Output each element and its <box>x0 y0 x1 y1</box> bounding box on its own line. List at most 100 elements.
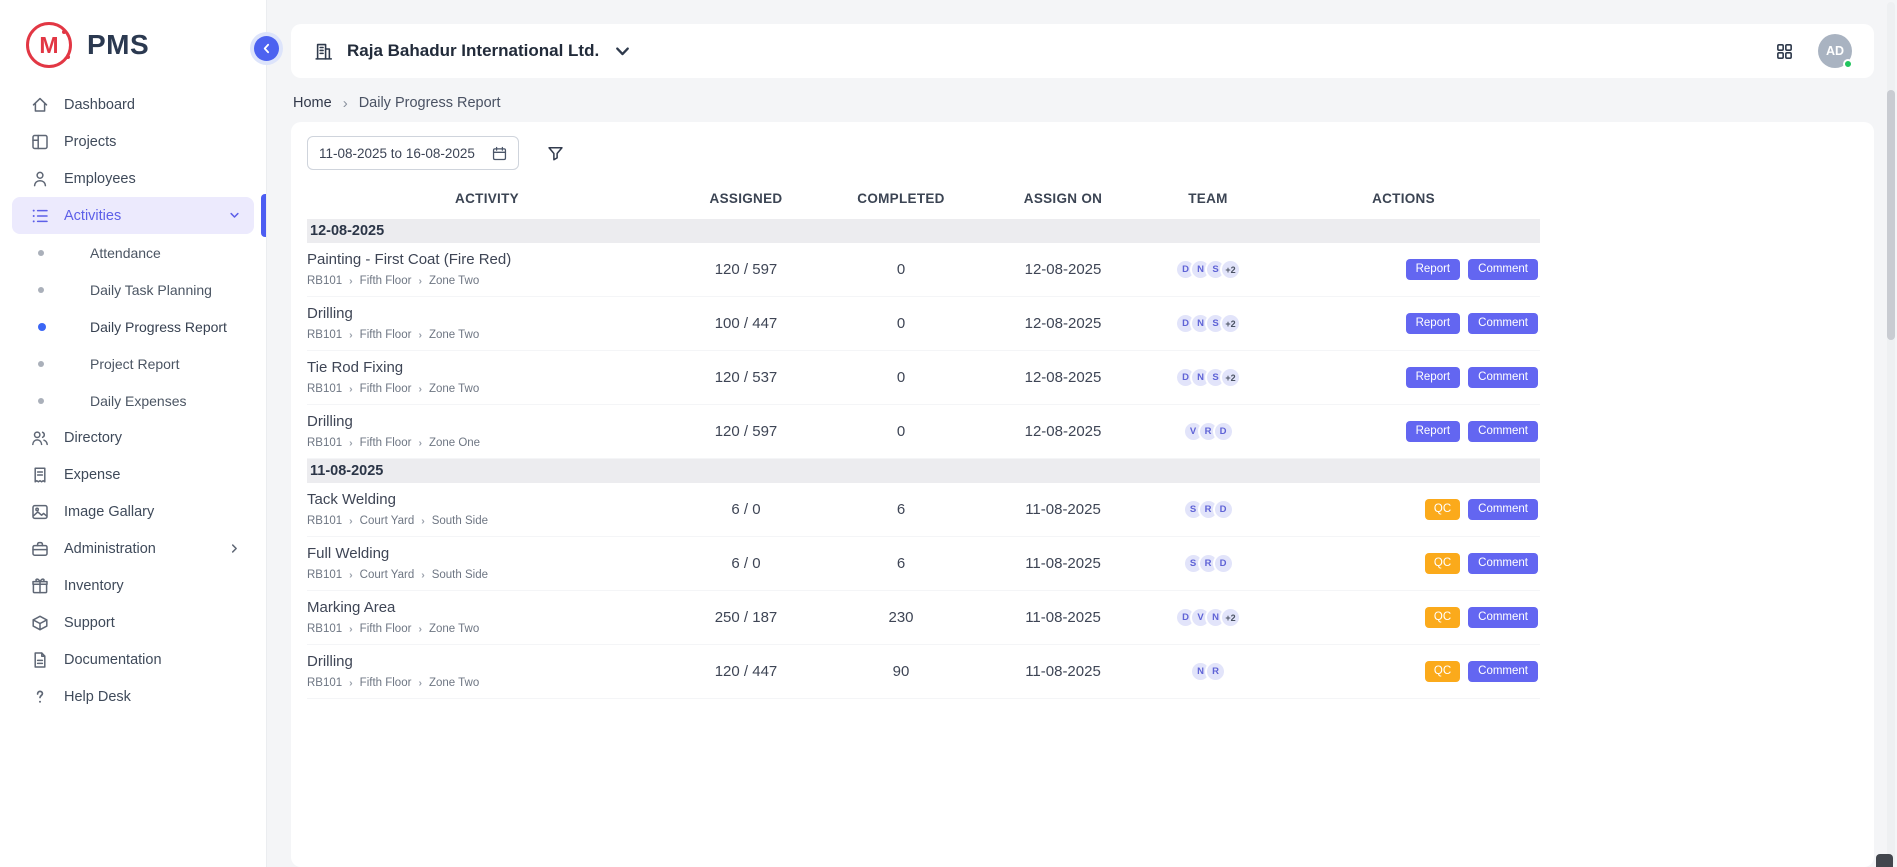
activity-path: RB101›Fifth Floor›Zone One <box>307 437 667 449</box>
sidebar-item-projects[interactable]: Projects <box>12 123 254 160</box>
sidebar-item-dashboard[interactable]: Dashboard <box>12 86 254 123</box>
qc-button[interactable]: QC <box>1425 607 1460 629</box>
scrollbar-thumb[interactable] <box>1887 90 1895 340</box>
actions-cell: QC Comment <box>1267 483 1540 537</box>
chevron-right-icon: › <box>349 569 353 581</box>
comment-button[interactable]: Comment <box>1468 661 1538 683</box>
home-icon <box>30 95 50 115</box>
sidebar-collapse-button[interactable] <box>254 36 279 61</box>
sidebar-item-directory[interactable]: Directory <box>12 419 254 456</box>
chevron-right-icon: › <box>418 329 422 341</box>
sidebar-subitem-attendance[interactable]: Attendance <box>12 234 254 271</box>
assign-on-value: 11-08-2025 <box>977 537 1149 591</box>
sidebar-item-administration[interactable]: Administration <box>12 530 254 567</box>
completed-value: 6 <box>825 537 977 591</box>
activity-row: Marking AreaRB101›Fifth Floor›Zone Two25… <box>307 591 1540 645</box>
date-group-row: 11-08-2025 <box>307 459 1540 484</box>
activity-name: Painting - First Coat (Fire Red) <box>307 251 667 268</box>
actions-cell: QC Comment <box>1267 645 1540 699</box>
assigned-value: 250 / 187 <box>667 591 825 645</box>
sidebar-item-inventory[interactable]: Inventory <box>12 567 254 604</box>
chevron-right-icon <box>227 541 242 556</box>
column-header-assign-on: ASSIGN ON <box>977 182 1149 219</box>
completed-value: 0 <box>825 405 977 459</box>
team-cell: VRD <box>1149 405 1267 459</box>
comment-button[interactable]: Comment <box>1468 421 1538 443</box>
sidebar-item-activities[interactable]: Activities <box>12 197 254 234</box>
chevron-right-icon: › <box>349 515 353 527</box>
actions-cell: QC Comment <box>1267 537 1540 591</box>
comment-button[interactable]: Comment <box>1468 607 1538 629</box>
sidebar-item-label: Documentation <box>64 652 162 668</box>
qc-button[interactable]: QC <box>1425 499 1460 521</box>
sidebar-item-support[interactable]: Support <box>12 604 254 641</box>
breadcrumb-current: Daily Progress Report <box>359 95 501 111</box>
path-segment: Zone Two <box>429 275 479 287</box>
sidebar-subitem-label: Daily Task Planning <box>90 282 212 298</box>
activity-row: Painting - First Coat (Fire Red)RB101›Fi… <box>307 243 1540 297</box>
report-button[interactable]: Report <box>1406 313 1461 335</box>
date-range-input[interactable]: 11-08-2025 to 16-08-2025 <box>307 136 519 170</box>
assign-on-value: 12-08-2025 <box>977 351 1149 405</box>
column-header-assigned: ASSIGNED <box>667 182 825 219</box>
apps-grid-icon[interactable] <box>1775 42 1794 61</box>
report-button[interactable]: Report <box>1406 421 1461 443</box>
comment-button[interactable]: Comment <box>1468 259 1538 281</box>
sidebar-item-label: Dashboard <box>64 97 135 113</box>
user-avatar[interactable]: AD <box>1818 34 1852 68</box>
person-icon <box>30 169 50 189</box>
path-segment: Fifth Floor <box>360 383 412 395</box>
column-header-team: TEAM <box>1149 182 1267 219</box>
sidebar-item-label: Help Desk <box>64 689 131 705</box>
activity-path: RB101›Fifth Floor›Zone Two <box>307 623 667 635</box>
report-table-body: 12-08-2025 Painting - First Coat (Fire Re… <box>307 219 1540 699</box>
sidebar-item-help-desk[interactable]: Help Desk <box>12 678 254 715</box>
qc-button[interactable]: QC <box>1425 661 1460 683</box>
comment-button[interactable]: Comment <box>1468 499 1538 521</box>
bullet-icon <box>38 250 44 256</box>
people-icon <box>30 428 50 448</box>
qc-button[interactable]: QC <box>1425 553 1460 575</box>
report-button[interactable]: Report <box>1406 259 1461 281</box>
path-segment: RB101 <box>307 569 342 581</box>
team-avatar: D <box>1213 499 1234 520</box>
team-cell: DNS+2 <box>1149 243 1267 297</box>
path-segment: RB101 <box>307 677 342 689</box>
activity-row: DrillingRB101›Fifth Floor›Zone Two120 / … <box>307 645 1540 699</box>
report-button[interactable]: Report <box>1406 367 1461 389</box>
column-header-activity: ACTIVITY <box>307 182 667 219</box>
sidebar-item-employees[interactable]: Employees <box>12 160 254 197</box>
vertical-scrollbar[interactable] <box>1887 2 1895 865</box>
sidebar-subitem-project-report[interactable]: Project Report <box>12 345 254 382</box>
sidebar-item-label: Employees <box>64 171 136 187</box>
building-icon <box>313 41 334 62</box>
assign-on-value: 12-08-2025 <box>977 405 1149 459</box>
activity-path: RB101›Fifth Floor›Zone Two <box>307 677 667 689</box>
sidebar-subitem-daily-task-planning[interactable]: Daily Task Planning <box>12 271 254 308</box>
date-range-value: 11-08-2025 to 16-08-2025 <box>319 146 475 161</box>
actions-cell: Report Comment <box>1267 405 1540 459</box>
corner-widget[interactable] <box>1876 854 1893 867</box>
comment-button[interactable]: Comment <box>1468 553 1538 575</box>
path-segment: RB101 <box>307 383 342 395</box>
report-table: ACTIVITY ASSIGNED COMPLETED ASSIGN ON TE… <box>307 182 1540 699</box>
table-header-row: ACTIVITY ASSIGNED COMPLETED ASSIGN ON TE… <box>307 182 1540 219</box>
team-cell: NR <box>1149 645 1267 699</box>
app-logo: M PMS <box>0 0 266 84</box>
sidebar-subitem-daily-progress-report[interactable]: Daily Progress Report <box>12 308 254 345</box>
sidebar-subitem-daily-expenses[interactable]: Daily Expenses <box>12 382 254 419</box>
logo-icon: M <box>26 22 72 68</box>
sidebar-item-expense[interactable]: Expense <box>12 456 254 493</box>
company-selector[interactable]: Raja Bahadur International Ltd. <box>313 41 633 62</box>
comment-button[interactable]: Comment <box>1468 313 1538 335</box>
filter-funnel-icon[interactable] <box>546 144 565 163</box>
activity-row: Tie Rod FixingRB101›Fifth Floor›Zone Two… <box>307 351 1540 405</box>
receipt-icon <box>30 465 50 485</box>
comment-button[interactable]: Comment <box>1468 367 1538 389</box>
chevron-right-icon: › <box>349 329 353 341</box>
sidebar-item-documentation[interactable]: Documentation <box>12 641 254 678</box>
chevron-right-icon: › <box>343 96 348 111</box>
breadcrumb-home[interactable]: Home <box>293 95 332 111</box>
sidebar-item-image-gallary[interactable]: Image Gallary <box>12 493 254 530</box>
completed-value: 90 <box>825 645 977 699</box>
